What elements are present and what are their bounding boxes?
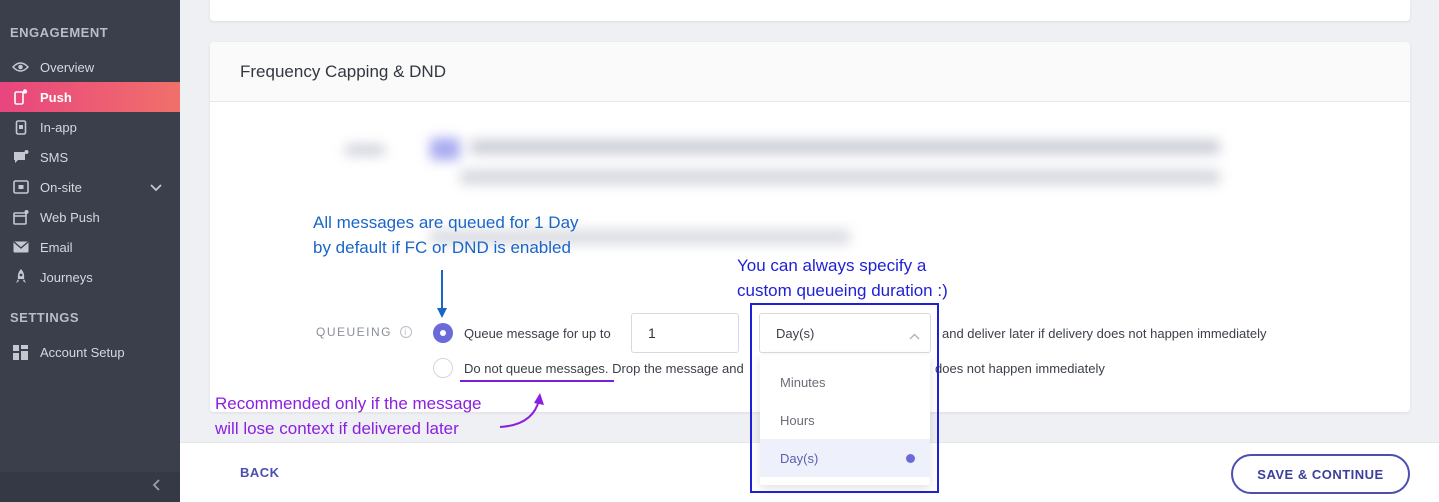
annotation-line: All messages are queued for 1 Day [313, 213, 579, 232]
eye-icon [12, 60, 29, 75]
annotation-custom-duration: You can always specify a custom queueing… [737, 253, 948, 303]
sidebar-item-label: Account Setup [40, 344, 125, 360]
selected-dot-icon [906, 454, 915, 463]
chevron-left-icon [152, 478, 160, 496]
sidebar-item-label: Web Push [40, 209, 100, 225]
do-not-queue-label: Do not queue messages. Drop the message … [464, 361, 744, 376]
annotation-line: Recommended only if the message [215, 394, 482, 413]
sidebar-item-label: In-app [40, 119, 77, 135]
do-not-queue-radio[interactable] [433, 358, 453, 378]
annotation-line: You can always specify a [737, 256, 927, 275]
queue-unit-dropdown: Minutes Hours Day(s) [760, 355, 930, 485]
mail-icon [12, 240, 29, 255]
do-not-queue-text: Do not queue messages. [464, 361, 609, 376]
sidebar-item-label: Email [40, 239, 73, 255]
sidebar-item-label: SMS [40, 149, 69, 165]
annotation-default-queue: All messages are queued for 1 Day by def… [313, 210, 579, 260]
grid-icon [12, 344, 29, 360]
sidebar-item-label: Push [40, 89, 72, 105]
queue-message-radio[interactable] [433, 323, 453, 343]
sidebar-item-in-app[interactable]: In-app [0, 112, 180, 142]
rocket-icon [12, 269, 29, 285]
blurred-content [430, 138, 460, 160]
unit-option-days[interactable]: Day(s) [760, 439, 930, 477]
chat-icon [12, 149, 29, 165]
back-button[interactable]: BACK [240, 465, 280, 480]
sidebar-item-account-setup[interactable]: Account Setup [0, 337, 180, 367]
do-not-queue-rest: Drop the message and [612, 361, 744, 376]
unit-option-label: Day(s) [780, 450, 819, 466]
sidebar-item-email[interactable]: Email [0, 232, 180, 262]
sidebar-section-settings: SETTINGS [10, 310, 80, 325]
annotation-line: custom queueing duration :) [737, 281, 948, 300]
sidebar-item-web-push[interactable]: Web Push [0, 202, 180, 232]
unit-option-hours[interactable]: Hours [760, 401, 930, 439]
sidebar-item-journeys[interactable]: Journeys [0, 262, 180, 292]
queue-unit-selected: Day(s) [776, 325, 815, 341]
sidebar: ENGAGEMENT Overview Push In-app SMS On-s… [0, 0, 180, 502]
section-title: Frequency Capping & DND [210, 42, 1410, 102]
queue-duration-input[interactable] [631, 313, 739, 353]
blurred-content [460, 170, 1220, 184]
queueing-label: QUEUEING i [316, 325, 413, 339]
annotation-underline [460, 380, 614, 382]
sidebar-item-label: On-site [40, 179, 82, 195]
blurred-content [470, 140, 1220, 154]
annotation-line: will lose context if delivered later [215, 419, 459, 438]
mobile-push-icon [12, 89, 29, 105]
annotation-line: by default if FC or DND is enabled [313, 238, 571, 257]
sidebar-item-overview[interactable]: Overview [0, 52, 180, 82]
chevron-up-icon [909, 328, 920, 343]
sidebar-item-label: Overview [40, 59, 95, 75]
window-icon [12, 180, 29, 195]
blurred-content [345, 145, 385, 155]
chevron-down-icon[interactable] [150, 180, 162, 195]
unit-option-minutes[interactable]: Minutes [760, 363, 930, 401]
previous-section-card [210, 0, 1410, 21]
queue-message-suffix: and deliver later if delivery does not h… [942, 326, 1267, 341]
queue-message-label: Queue message for up to [464, 326, 611, 341]
mobile-icon [12, 119, 29, 135]
sidebar-item-sms[interactable]: SMS [0, 142, 180, 172]
sidebar-item-label: Journeys [40, 269, 93, 285]
info-icon[interactable]: i [400, 326, 413, 338]
sidebar-item-push[interactable]: Push [0, 82, 180, 112]
queue-unit-select[interactable]: Day(s) [759, 313, 931, 353]
save-continue-button[interactable]: SAVE & CONTINUE [1231, 454, 1410, 494]
annotation-recommended: Recommended only if the message will los… [215, 391, 481, 441]
sidebar-section-engagement: ENGAGEMENT [10, 25, 109, 40]
browser-icon [12, 209, 29, 225]
queueing-label-text: QUEUEING [316, 325, 393, 339]
sidebar-collapse-button[interactable] [0, 472, 180, 502]
do-not-queue-suffix: does not happen immediately [935, 361, 1105, 376]
sidebar-item-on-site[interactable]: On-site [0, 172, 180, 202]
